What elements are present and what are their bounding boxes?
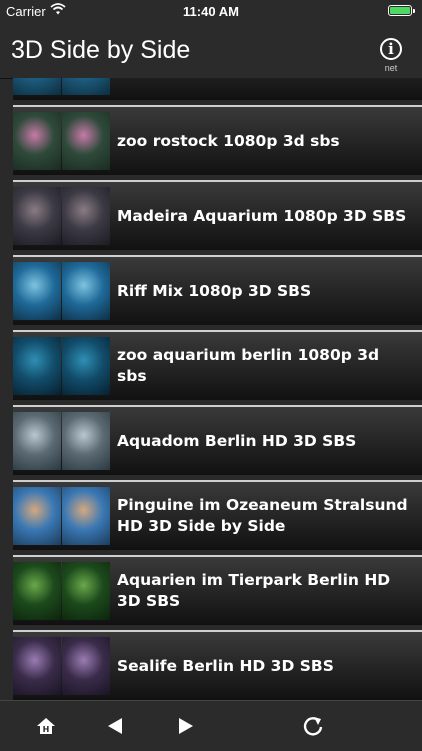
thumbnail-left-eye [13,412,61,470]
status-bar: Carrier 11:40 AM [0,0,422,22]
thumbnail-left-eye [13,562,61,620]
thumbnail-right-eye [62,187,110,245]
clock: 11:40 AM [183,4,239,19]
video-thumbnail [13,487,110,545]
info-button[interactable]: i net [378,38,404,78]
thumbnail-left-eye [13,487,61,545]
thumbnail-left-eye [13,262,61,320]
forward-button[interactable] [171,711,201,741]
thumbnail-right-eye [62,112,110,170]
reload-button[interactable] [298,711,328,741]
video-thumbnail [13,78,110,95]
video-list-item[interactable]: Madeira Aquarium 1080p 3D SBS [13,180,422,250]
video-list-item[interactable]: Side by Side [13,78,422,100]
video-title: Side by Side [117,78,414,100]
video-thumbnail [13,262,110,320]
video-list-item[interactable]: zoo rostock 1080p 3d sbs [13,105,422,175]
video-title: zoo aquarium berlin 1080p 3d sbs [117,346,380,385]
thumbnail-right-eye [62,562,110,620]
thumbnail-left-eye [13,337,61,395]
thumbnail-right-eye [62,637,110,695]
video-title: Sealife Berlin HD 3D SBS [117,656,334,675]
thumbnail-left-eye [13,637,61,695]
thumbnail-right-eye [62,337,110,395]
svg-text:H: H [43,725,50,734]
thumbnail-left-eye [13,112,61,170]
battery-icon [388,5,415,16]
video-list[interactable]: Side by Side zoo rostock 1080p 3d sbs Made… [13,78,422,700]
reload-icon [303,717,323,736]
video-title: Aquarien im Tierpark Berlin HD 3D SBS [117,571,391,610]
forward-arrow-icon [179,718,193,734]
thumbnail-right-eye [62,412,110,470]
home-icon: H [37,718,55,734]
video-thumbnail [13,637,110,695]
video-list-item[interactable]: Sealife Berlin HD 3D SBS [13,630,422,700]
thumbnail-right-eye [62,487,110,545]
thumbnail-right-eye [62,78,110,95]
info-caption: net [384,63,398,73]
video-title: zoo rostock 1080p 3d sbs [117,131,340,150]
video-list-item[interactable]: Riff Mix 1080p 3D SBS [13,255,422,325]
info-circle-icon: i [380,38,402,60]
video-list-item[interactable]: Pinguine im Ozeaneum Stralsund HD 3D Sid… [13,480,422,550]
video-title: Aquadom Berlin HD 3D SBS [117,431,357,450]
thumbnail-left-eye [13,78,61,95]
back-arrow-icon [108,718,122,734]
video-title: Madeira Aquarium 1080p 3D SBS [117,206,407,225]
bottom-toolbar: H [0,700,422,751]
video-list-item[interactable]: zoo aquarium berlin 1080p 3d sbs [13,330,422,400]
page-title: 3D Side by Side [11,36,191,64]
video-thumbnail [13,337,110,395]
navigation-bar: 3D Side by Side i net [0,22,422,79]
home-button[interactable]: H [31,711,61,741]
video-thumbnail [13,112,110,170]
video-title: Riff Mix 1080p 3D SBS [117,281,312,300]
thumbnail-right-eye [62,262,110,320]
video-list-item[interactable]: Aquadom Berlin HD 3D SBS [13,405,422,475]
video-thumbnail [13,187,110,245]
video-thumbnail [13,412,110,470]
video-thumbnail [13,562,110,620]
back-button[interactable] [100,711,130,741]
video-title: Pinguine im Ozeaneum Stralsund HD 3D Sid… [117,496,408,535]
video-list-item[interactable]: Aquarien im Tierpark Berlin HD 3D SBS [13,555,422,625]
thumbnail-left-eye [13,187,61,245]
